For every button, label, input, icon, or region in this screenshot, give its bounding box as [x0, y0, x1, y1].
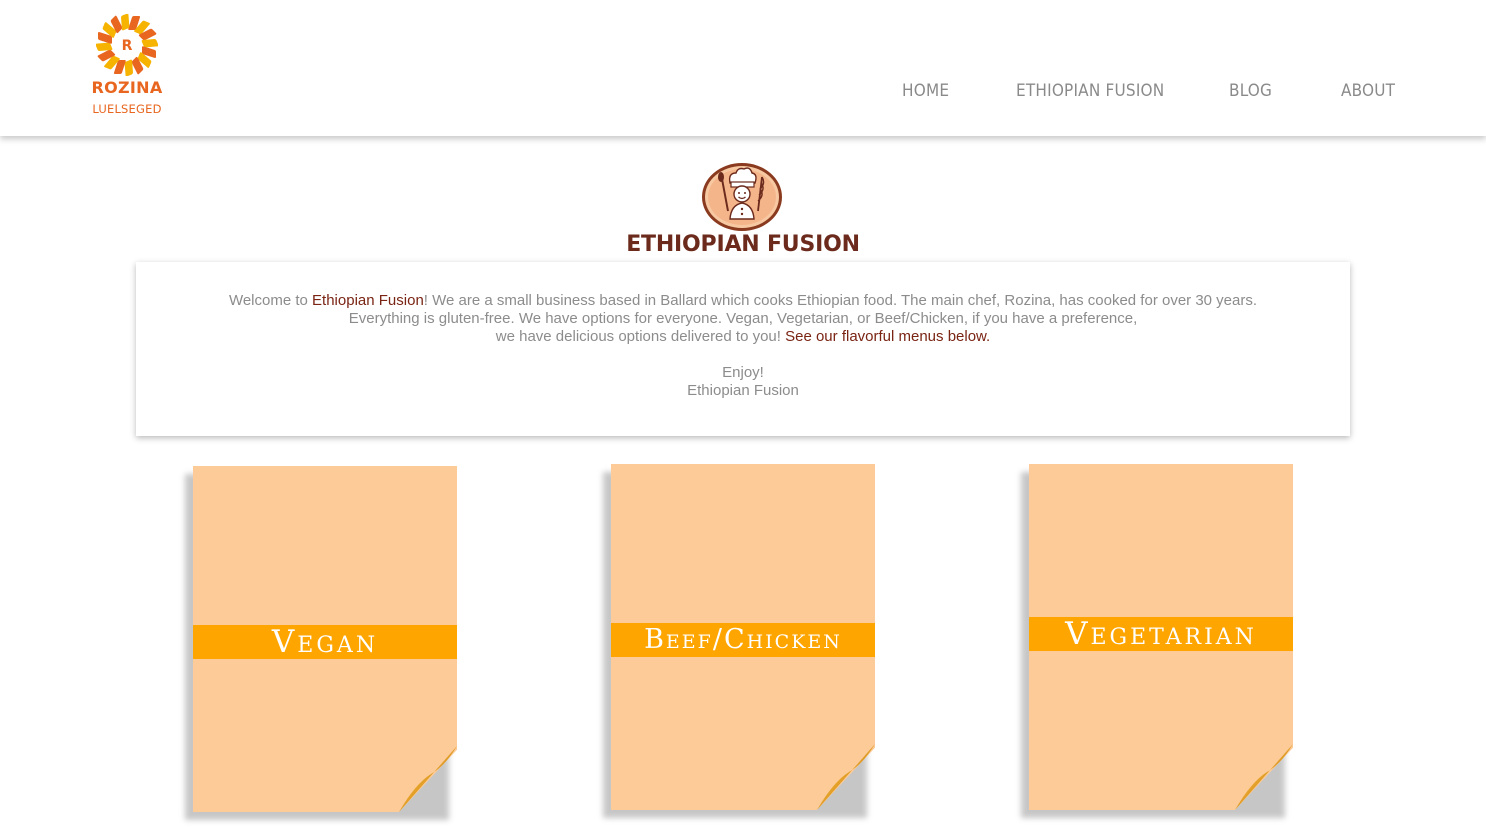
- page-curl-icon: [399, 746, 457, 812]
- menu-label: Vegan: [271, 624, 379, 660]
- welcome-line-1: Welcome to Ethiopian Fusion! We are a sm…: [136, 292, 1350, 310]
- page-curl-icon: [817, 744, 875, 810]
- nav-ethiopian-fusion[interactable]: ETHIOPIAN FUSION: [1016, 81, 1164, 101]
- brand-highlight: Ethiopian Fusion: [312, 292, 424, 309]
- menus-link[interactable]: See our flavorful menus below.: [785, 328, 990, 345]
- chef-icon: [702, 163, 782, 231]
- section-title: ETHIOPIAN FUSION: [626, 232, 860, 257]
- menu-card-vegetarian[interactable]: Vegetarian: [1021, 464, 1293, 818]
- welcome-line-1-rest: ! We are a small business based in Balla…: [423, 292, 1258, 309]
- signoff-enjoy: Enjoy!: [722, 364, 764, 381]
- nav-about[interactable]: ABOUT: [1341, 81, 1395, 101]
- site-header: R ROZINA LUELSEGED HOME ETHIOPIAN FUSION…: [0, 0, 1486, 136]
- logo-petal: [121, 14, 130, 31]
- menu-label: Beef/Chicken: [644, 624, 842, 655]
- nav-blog[interactable]: BLOG: [1229, 81, 1272, 101]
- menu-label-band: Beef/Chicken: [611, 623, 875, 657]
- nav-home[interactable]: HOME: [902, 81, 949, 101]
- page-curl-icon: [1235, 744, 1293, 810]
- welcome-line-2: Everything is gluten-free. We have optio…: [348, 310, 1138, 327]
- logo-petal: [141, 39, 158, 48]
- menu-label: Vegetarian: [1065, 616, 1257, 652]
- main-nav: HOME ETHIOPIAN FUSION BLOG ABOUT: [0, 81, 1486, 105]
- welcome-line-3: we have delicious options delivered to y…: [136, 328, 1350, 346]
- menu-card-beef-chicken[interactable]: Beef/Chicken: [603, 464, 875, 818]
- logo-petal: [96, 42, 113, 51]
- svg-text:R: R: [122, 38, 133, 54]
- menu-label-band: Vegan: [193, 625, 457, 659]
- sunburst-logo-icon: R: [96, 14, 158, 76]
- logo-petal: [124, 59, 133, 76]
- welcome-text: Welcome to Ethiopian Fusion! We are a sm…: [136, 292, 1350, 400]
- welcome-intro: Welcome to: [228, 292, 313, 309]
- menu-label-band: Vegetarian: [1029, 617, 1293, 651]
- welcome-card: Welcome to Ethiopian Fusion! We are a sm…: [136, 262, 1350, 436]
- welcome-line-3-text: we have delicious options delivered to y…: [495, 328, 786, 345]
- signoff-name: Ethiopian Fusion: [687, 382, 799, 399]
- menu-card-vegan[interactable]: Vegan: [185, 466, 457, 820]
